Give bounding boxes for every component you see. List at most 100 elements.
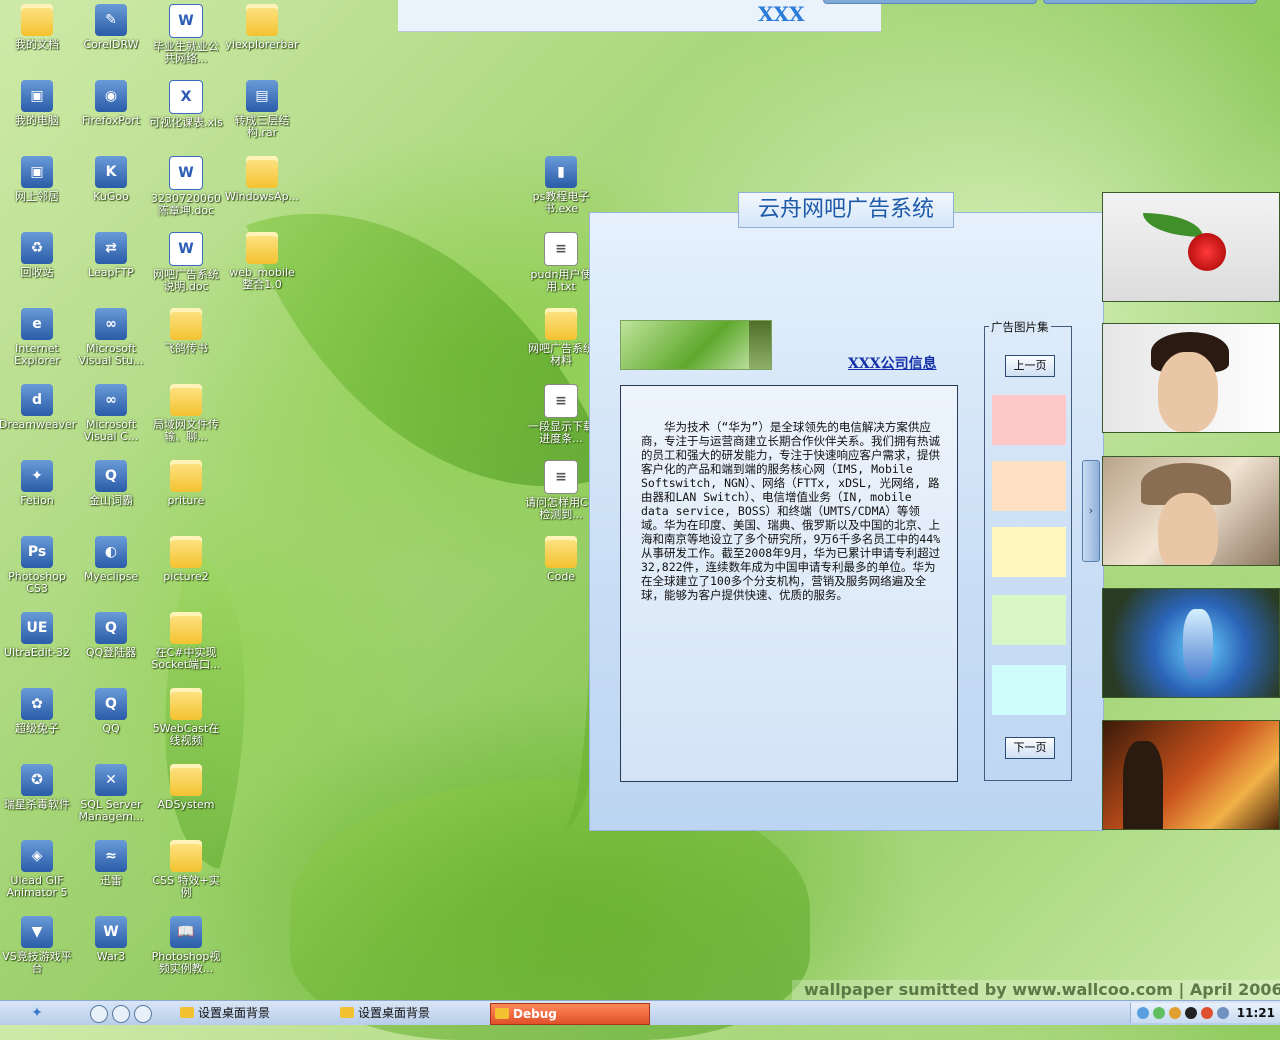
desktop-icon[interactable]: W 网吧广告系统说明.doc: [148, 232, 224, 293]
quicklaunch-app-icon[interactable]: [134, 1005, 152, 1023]
desktop-icon[interactable]: ▣ 网上邻居: [0, 156, 75, 203]
desktop-icon-label: Photoshop视频实例教...: [151, 950, 221, 975]
desktop-icon-label: 局域网文件传输、聊...: [153, 418, 219, 443]
desktop-icon[interactable]: ◉ FirefoxPort: [73, 80, 149, 127]
desktop-icon-label: CSS 特效+实例: [152, 874, 220, 899]
app-icon: 📖: [170, 916, 202, 948]
desktop-icon[interactable]: web_mobile整合1.0: [224, 232, 300, 291]
desktop-icon[interactable]: Q QQ登陆器: [73, 612, 149, 659]
tray-volume-icon[interactable]: [1217, 1007, 1229, 1019]
desktop-icon[interactable]: 飞鸽传书: [148, 308, 224, 355]
desktop-icon[interactable]: ◐ Myeclipse: [73, 536, 149, 583]
ad-photo-rose[interactable]: [1102, 192, 1280, 302]
desktop-icon[interactable]: ▮ ps教程电子书.exe: [523, 156, 599, 215]
taskbar-item-active[interactable]: Debug: [490, 1003, 650, 1025]
taskbar-item[interactable]: 设置桌面背景: [176, 1003, 348, 1023]
tray-qq-icon[interactable]: [1185, 1007, 1197, 1019]
company-info-link[interactable]: XXX公司信息: [848, 353, 937, 373]
top-window-button[interactable]: [823, 0, 1037, 4]
desktop-icon[interactable]: Code: [523, 536, 599, 583]
expand-panel-handle[interactable]: ›: [1082, 460, 1100, 562]
desktop-icon[interactable]: priture: [148, 460, 224, 507]
desktop-icon-label: 超级兔子: [15, 722, 59, 735]
ad-swatch[interactable]: [992, 595, 1066, 645]
tray-app-icon[interactable]: [1169, 1007, 1181, 1019]
desktop-icon[interactable]: 5WebCast在线视频: [148, 688, 224, 747]
desktop-icon[interactable]: ⇄ LeapFTP: [73, 232, 149, 279]
desktop-icon[interactable]: 网吧广告系统材料: [523, 308, 599, 367]
desktop-icon[interactable]: ◈ Ulead GIF Animator 5: [0, 840, 75, 899]
desktop-icon[interactable]: ≡ 一段显示下载进度条...: [523, 384, 599, 445]
desktop-icon[interactable]: ✕ SQL Server Managem...: [73, 764, 149, 823]
app-icon: ≈: [95, 840, 127, 872]
desktop-icon[interactable]: yiexplorerbar: [224, 4, 300, 51]
ad-swatch[interactable]: [992, 665, 1066, 715]
desktop-icon[interactable]: ✪ 瑞星杀毒软件: [0, 764, 75, 811]
folder-icon: [170, 764, 202, 796]
start-button-icon[interactable]: ✦: [26, 1004, 48, 1022]
desktop-icon[interactable]: ADSystem: [148, 764, 224, 811]
next-page-button[interactable]: 下一页: [1005, 737, 1055, 759]
app-icon: Q: [95, 612, 127, 644]
ad-swatch[interactable]: [992, 527, 1066, 577]
desktop-icon[interactable]: ✦ Fetion: [0, 460, 75, 507]
taskbar: ✦ 设置桌面背景 设置桌面背景 Debug 11:21: [0, 1000, 1280, 1025]
desktop-icon-label: 网上邻居: [15, 190, 59, 203]
desktop-icon[interactable]: 局域网文件传输、聊...: [148, 384, 224, 443]
company-info-textbox[interactable]: 华为技术（“华为”）是全球领先的电信解决方案供应商，专注于与运营商建立长期合作伙…: [620, 385, 958, 782]
desktop-icon[interactable]: WindowsAp...: [224, 156, 300, 203]
desktop-icon[interactable]: d Dreamweaver: [0, 384, 76, 431]
ad-photo-portrait[interactable]: [1102, 456, 1280, 566]
desktop-icon[interactable]: ▼ VS竞技游戏平台: [0, 916, 75, 975]
top-window-button[interactable]: [1043, 0, 1257, 4]
desktop-icon[interactable]: UE UltraEdit-32: [0, 612, 75, 659]
ad-photo-movie[interactable]: [1102, 720, 1280, 830]
desktop-icon-label: 毕业生就业公共网络...: [153, 40, 219, 65]
desktop-icon[interactable]: ≡ 请问怎样用C#检测到...: [523, 460, 599, 521]
desktop-icon[interactable]: ≈ 迅雷: [73, 840, 149, 887]
desktop-icon[interactable]: Ps Photoshop CS3: [0, 536, 75, 595]
desktop-icon-label: Code: [546, 570, 576, 583]
desktop-icon[interactable]: ∞ Microsoft Visual Stu...: [73, 308, 149, 367]
ad-swatch[interactable]: [992, 395, 1066, 445]
desktop-icon[interactable]: 📖 Photoshop视频实例教...: [148, 916, 224, 975]
quicklaunch-media-icon[interactable]: [90, 1005, 108, 1023]
desktop-icon[interactable]: e Internet Explorer: [0, 308, 75, 367]
quicklaunch-qq-icon[interactable]: [112, 1005, 130, 1023]
prev-page-button[interactable]: 上一页: [1005, 355, 1055, 377]
desktop-icon[interactable]: ≡ pudn用户使用.txt: [523, 232, 599, 293]
desktop-icon-label: 可视化课表.xls: [149, 116, 223, 129]
desktop-icon[interactable]: ▣ 我的电脑: [0, 80, 75, 127]
desktop-icon-label: QQ登陆器: [85, 646, 137, 659]
folder-icon: [246, 156, 278, 188]
desktop-icon[interactable]: ✎ CorelDRW: [73, 4, 149, 51]
desktop-icon[interactable]: 我的文档: [0, 4, 75, 51]
ad-swatch[interactable]: [992, 461, 1066, 511]
tray-app-icon[interactable]: [1201, 1007, 1213, 1019]
desktop-icon-label: KuGoo: [93, 190, 129, 203]
desktop-icon[interactable]: W 3230720060陈章坤.doc: [148, 156, 224, 217]
desktop-icon[interactable]: 在C#中实现Socket端口...: [148, 612, 224, 671]
desktop-icon[interactable]: ∞ Microsoft Visual C...: [73, 384, 149, 443]
desktop-icon[interactable]: Q 金山词霸: [73, 460, 149, 507]
taskbar-item-label: 设置桌面背景: [358, 1006, 431, 1020]
ad-photo-portrait[interactable]: [1102, 323, 1280, 433]
taskbar-item[interactable]: 设置桌面背景: [336, 1003, 508, 1023]
desktop-icon[interactable]: ♻ 回收站: [0, 232, 75, 279]
desktop-icon[interactable]: K KuGoo: [73, 156, 149, 203]
tray-network-icon[interactable]: [1137, 1007, 1149, 1019]
desktop-icon[interactable]: Q QQ: [73, 688, 149, 735]
desktop-icon[interactable]: X 可视化课表.xls: [148, 80, 224, 129]
desktop-icon[interactable]: W 毕业生就业公共网络...: [148, 4, 224, 65]
tray-app-icon[interactable]: [1153, 1007, 1165, 1019]
ad-photo-game[interactable]: [1102, 588, 1280, 698]
desktop-icon[interactable]: W War3: [73, 916, 149, 963]
desktop-icon[interactable]: picture2: [148, 536, 224, 583]
taskbar-item-label: 设置桌面背景: [198, 1006, 271, 1020]
desktop-icon-label: pudn用户使用.txt: [530, 268, 592, 293]
ad-image-group: 广告图片集 上一页 下一页: [984, 319, 1072, 781]
desktop-icon[interactable]: ✿ 超级兔子: [0, 688, 75, 735]
desktop-icon[interactable]: ▤ 转成三层结构.rar: [224, 80, 300, 139]
ad-group-title: 广告图片集: [989, 319, 1051, 335]
desktop-icon[interactable]: CSS 特效+实例: [148, 840, 224, 899]
